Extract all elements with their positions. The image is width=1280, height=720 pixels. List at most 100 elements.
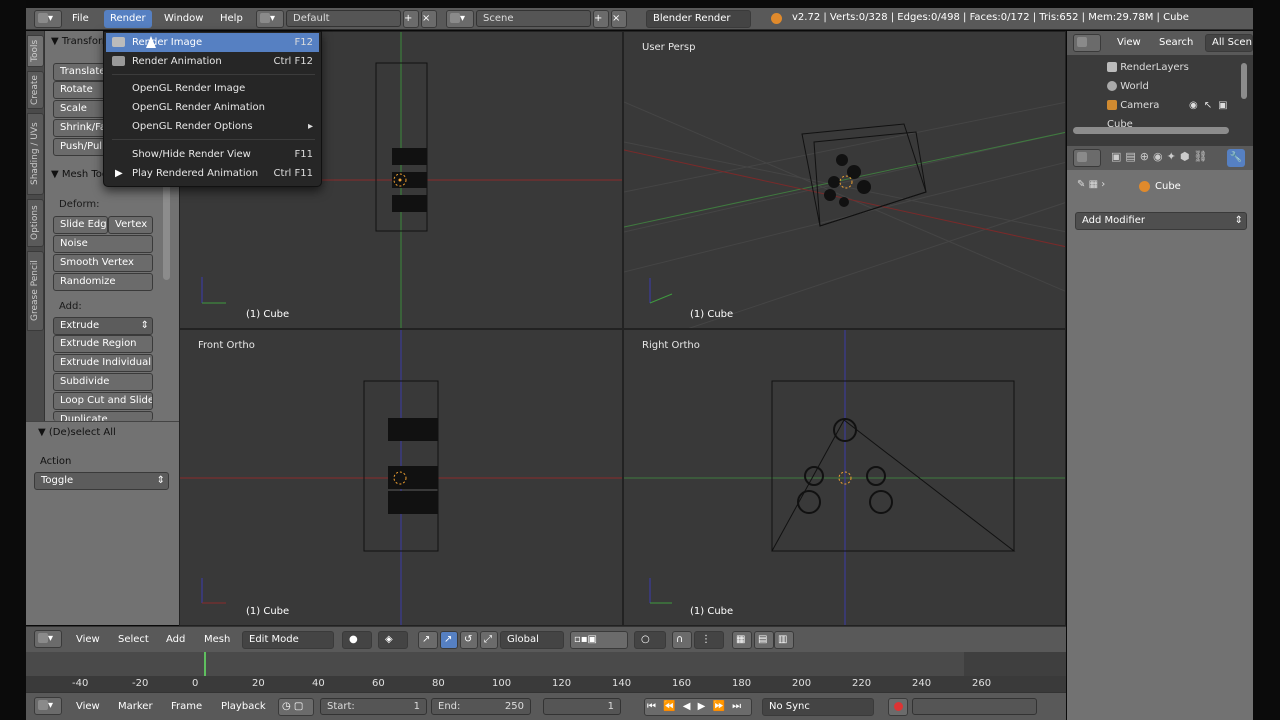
current-frame-field[interactable]: 1 [543, 698, 621, 715]
viewport-shading-button[interactable]: ● [342, 631, 372, 649]
loop-cut-slide-button[interactable]: Loop Cut and Slide [53, 392, 153, 410]
menu-view[interactable]: View [70, 631, 106, 649]
menu-item-render-image[interactable]: Render Image F12 [106, 33, 319, 52]
snap-toggle[interactable]: ∩ [672, 631, 692, 649]
sync-mode-select[interactable]: No Sync [762, 698, 874, 716]
operator-panel: ▼ (De)select All Action Toggle ⇕ [26, 421, 179, 625]
slide-edge-button[interactable]: Slide Edge [53, 216, 108, 234]
snap-element-select[interactable]: ⋮ [694, 631, 724, 649]
menu-item-opengl-render-image[interactable]: OpenGL Render Image [106, 79, 319, 98]
menu-frame[interactable]: Frame [165, 698, 208, 716]
menu-item-opengl-render-animation[interactable]: OpenGL Render Animation [106, 98, 319, 117]
opengl-render-button[interactable]: ▥ [774, 631, 794, 649]
timeline[interactable]: -40 -20 0 20 40 60 80 100 120 140 160 180 200 220 240 2… [26, 652, 1066, 692]
view3d-header: ▾ View Select Add Mesh Edit Mode ● ◈ ↗ ↗… [26, 626, 1066, 652]
outliner-hscrollbar[interactable] [1073, 127, 1229, 134]
noise-button[interactable]: Noise [53, 235, 153, 253]
layers-button[interactable]: ▦ [732, 631, 752, 649]
menu-marker[interactable]: Marker [112, 698, 159, 716]
add-layout-button[interactable]: + [403, 10, 419, 28]
operator-panel-header[interactable]: ▼ (De)select All [38, 427, 116, 438]
context-tabs[interactable]: ▣▤⊕◉✦⬢⛓ [1111, 150, 1211, 163]
editor-type-button[interactable]: ▾ [34, 697, 62, 715]
action-dropdown[interactable]: Toggle ⇕ [34, 472, 169, 490]
manipulator-toggle[interactable]: ↗ [418, 631, 438, 649]
editor-type-button[interactable]: ▾ [34, 10, 62, 28]
screen-layout-icon[interactable]: ▾ [256, 10, 284, 28]
tab-shading-uvs[interactable]: Shading / UVs [27, 113, 44, 195]
menu-item-render-animation[interactable]: Render Animation Ctrl F12 [106, 52, 319, 71]
viewport-front-ortho[interactable]: Front Ortho (1) Cube [179, 329, 623, 626]
menu-playback[interactable]: Playback [215, 698, 272, 716]
scale-manipulator[interactable]: ⤢ [480, 631, 498, 649]
menu-file[interactable]: File [66, 10, 95, 28]
subdivide-button[interactable]: Subdivide [53, 373, 153, 391]
translate-manipulator[interactable]: ↗ [440, 631, 458, 649]
extrude-dropdown[interactable]: Extrude ⇕ [53, 317, 153, 335]
snap-icon: ⋮ [701, 634, 711, 645]
pivot-point-button[interactable]: ◈ [378, 631, 408, 649]
vertex-select-icon: ▫▪▣ [574, 634, 598, 645]
menu-view[interactable]: View [1111, 34, 1147, 52]
duplicate-button[interactable]: Duplicate [53, 411, 153, 421]
menu-search[interactable]: Search [1153, 34, 1199, 52]
tab-grease-pencil[interactable]: Grease Pencil [27, 251, 44, 331]
menu-add[interactable]: Add [160, 631, 191, 649]
restrict-toggles[interactable]: ◉↖▣ [1189, 100, 1234, 111]
proportional-edit-button[interactable]: ○ [634, 631, 666, 649]
display-mode-select[interactable]: All Scenes [1205, 34, 1253, 52]
extrude-region-button[interactable]: Extrude Region [53, 335, 153, 353]
tab-tools[interactable]: Tools [27, 35, 44, 67]
remove-layout-button[interactable]: × [421, 10, 437, 28]
render-engine-select[interactable]: Blender Render [646, 10, 751, 28]
add-scene-button[interactable]: + [593, 10, 609, 28]
outliner-item-world[interactable]: World [1107, 81, 1149, 92]
rotate-manipulator[interactable]: ↺ [460, 631, 478, 649]
preview-range-toggle[interactable]: ◷ ▢ [278, 698, 314, 716]
extrude-individual-button[interactable]: Extrude Individual [53, 354, 153, 372]
tab-create[interactable]: Create [27, 71, 44, 109]
outliner-item-cube[interactable]: Cube [1107, 119, 1133, 127]
remove-scene-button[interactable]: × [611, 10, 627, 28]
randomize-button[interactable]: Randomize [53, 273, 153, 291]
menu-select[interactable]: Select [112, 631, 155, 649]
add-modifier-dropdown[interactable]: Add Modifier ⇕ [1075, 212, 1247, 230]
playback-controls[interactable]: ⏮ ⏪ ◀ ▶ ⏩ ⏭ [644, 698, 752, 716]
scene-field[interactable]: Scene [476, 10, 591, 27]
film-icon: ▥ [778, 634, 788, 645]
menu-render[interactable]: Render [104, 10, 152, 28]
mode-select[interactable]: Edit Mode [242, 631, 334, 649]
start-frame-field[interactable]: Start: 1 [320, 698, 427, 715]
tab-options[interactable]: Options [27, 199, 44, 247]
record-button[interactable] [888, 698, 908, 716]
menu-item-show-hide-render-view[interactable]: Show/Hide Render View F11 [106, 145, 319, 164]
menu-view[interactable]: View [70, 698, 106, 716]
keying-set-field[interactable] [912, 698, 1037, 715]
editor-type-button[interactable] [1073, 34, 1101, 52]
smooth-vertex-button[interactable]: Smooth Vertex [53, 254, 153, 272]
outliner-vscrollbar[interactable] [1241, 63, 1247, 99]
menu-mesh[interactable]: Mesh [198, 631, 236, 649]
menu-item-label: OpenGL Render Image [132, 83, 246, 94]
outliner-item-renderlayers[interactable]: RenderLayers [1107, 62, 1189, 73]
editor-type-button[interactable] [1073, 149, 1101, 167]
menu-help[interactable]: Help [214, 10, 249, 28]
end-frame-field[interactable]: End: 250 [431, 698, 531, 715]
outliner-item-camera[interactable]: Camera [1107, 100, 1159, 111]
menu-window[interactable]: Window [158, 10, 209, 28]
menu-item-opengl-render-options[interactable]: OpenGL Render Options ▸ [106, 117, 319, 136]
render-preview-button[interactable]: ▤ [754, 631, 774, 649]
current-frame-marker[interactable] [204, 652, 206, 676]
scene-icon-button[interactable]: ▾ [446, 10, 474, 28]
transform-orientation-select[interactable]: Global [500, 631, 564, 649]
viewport-user-persp[interactable]: User Persp (1) Cube [623, 31, 1066, 329]
slide-vertex-button[interactable]: Vertex [108, 216, 153, 234]
menu-item-play-rendered-animation[interactable]: ▶ Play Rendered Animation Ctrl F11 [106, 164, 319, 183]
select-mode-buttons[interactable]: ▫▪▣ [570, 631, 628, 649]
screen-layout-field[interactable]: Default [286, 10, 401, 27]
modifier-tab[interactable]: 🔧 [1227, 149, 1245, 167]
pin-icon[interactable]: ✎ [1077, 179, 1085, 190]
viewport-right-scene [624, 330, 1065, 625]
editor-type-button[interactable]: ▾ [34, 630, 62, 648]
viewport-right-ortho[interactable]: Right Ortho (1) Cube [623, 329, 1066, 626]
